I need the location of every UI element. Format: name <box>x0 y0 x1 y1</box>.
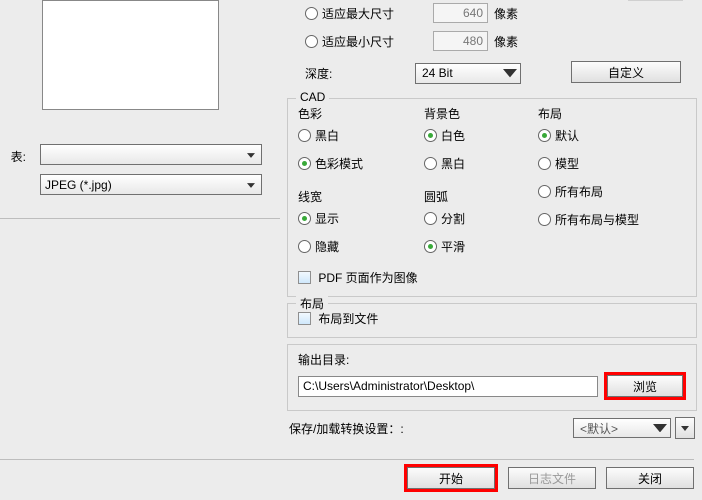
bg-white-radio[interactable] <box>424 129 437 142</box>
arc-smooth-radio[interactable] <box>424 240 437 253</box>
layout-allmodel-radio[interactable] <box>538 213 551 226</box>
px-unit: 像素 <box>494 5 518 22</box>
fit-min-label: 适应最小尺寸 <box>322 33 427 50</box>
chevron-down-icon <box>244 148 258 162</box>
close-button-label: 关闭 <box>638 470 662 487</box>
layout-all-radio[interactable] <box>538 185 551 198</box>
bg-label: 背景色 <box>424 105 532 122</box>
browse-button-label: 浏览 <box>633 378 657 395</box>
fit-max-label: 适应最大尺寸 <box>322 5 427 22</box>
table-dropdown[interactable] <box>40 144 262 165</box>
bg-white-label: 白色 <box>441 127 465 144</box>
log-file-button[interactable]: 日志文件 <box>508 467 596 489</box>
fit-min-radio[interactable] <box>305 35 318 48</box>
chevron-down-icon <box>653 421 667 435</box>
browse-button[interactable]: 浏览 <box>607 375 683 397</box>
lw-show-label: 显示 <box>315 210 339 227</box>
start-button[interactable]: 开始 <box>407 467 495 489</box>
chevron-down-icon <box>681 426 689 431</box>
layout-to-file-label: 布局到文件 <box>318 312 378 326</box>
color-bw-label: 黑白 <box>315 127 339 144</box>
depth-value: 24 Bit <box>422 66 453 80</box>
close-button[interactable]: 关闭 <box>606 467 694 489</box>
lw-hide-label: 隐藏 <box>315 238 339 255</box>
color-bw-radio[interactable] <box>298 129 311 142</box>
layout-default-radio[interactable] <box>538 129 551 142</box>
layout-label: 布局 <box>538 105 678 122</box>
arc-split-radio[interactable] <box>424 212 437 225</box>
chevron-down-icon <box>503 67 517 81</box>
lw-label: 线宽 <box>298 188 418 205</box>
min-width-input[interactable] <box>433 31 488 51</box>
output-dir-label: 输出目录: <box>298 351 686 368</box>
custom-button[interactable]: 自定义 <box>571 61 681 83</box>
color-mode-radio[interactable] <box>298 157 311 170</box>
layout-to-file-checkbox[interactable] <box>298 312 311 325</box>
lw-hide-radio[interactable] <box>298 240 311 253</box>
settings-dropdown[interactable]: <默认> <box>573 418 671 438</box>
cad-group-title: CAD <box>296 90 329 104</box>
layout-model-radio[interactable] <box>538 157 551 170</box>
chevron-down-icon <box>244 178 258 192</box>
preview-box <box>42 0 219 110</box>
arc-split-label: 分割 <box>441 210 465 227</box>
fit-max-radio[interactable] <box>305 7 318 20</box>
layout-model-label: 模型 <box>555 155 579 172</box>
px-unit: 像素 <box>494 33 518 50</box>
layout-default-label: 默认 <box>555 127 579 144</box>
color-label: 色彩 <box>298 105 418 122</box>
output-path-input[interactable] <box>298 376 598 397</box>
layout-frame-title: 布局 <box>296 295 328 312</box>
pdf-as-image-label: PDF 页面作为图像 <box>318 271 417 285</box>
bottom-value-input[interactable] <box>628 0 683 1</box>
settings-label: 保存/加载转换设置：: <box>289 420 404 437</box>
bg-black-radio[interactable] <box>424 157 437 170</box>
arc-smooth-label: 平滑 <box>441 238 465 255</box>
start-button-label: 开始 <box>439 470 463 487</box>
depth-dropdown[interactable]: 24 Bit <box>415 63 521 84</box>
settings-menu-button[interactable] <box>675 417 695 439</box>
table-label: 表: <box>0 148 26 165</box>
arc-label: 圆弧 <box>424 188 532 205</box>
custom-button-label: 自定义 <box>608 64 644 81</box>
format-dropdown[interactable]: JPEG (*.jpg) <box>40 174 262 195</box>
color-mode-label: 色彩模式 <box>315 155 363 172</box>
max-width-input[interactable] <box>433 3 488 23</box>
bg-black-label: 黑白 <box>441 155 465 172</box>
depth-label: 深度: <box>305 65 405 82</box>
format-dropdown-value: JPEG (*.jpg) <box>45 178 112 192</box>
lw-show-radio[interactable] <box>298 212 311 225</box>
pdf-as-image-checkbox[interactable] <box>298 271 311 284</box>
log-file-button-label: 日志文件 <box>528 470 576 487</box>
settings-value: <默认> <box>580 420 618 437</box>
